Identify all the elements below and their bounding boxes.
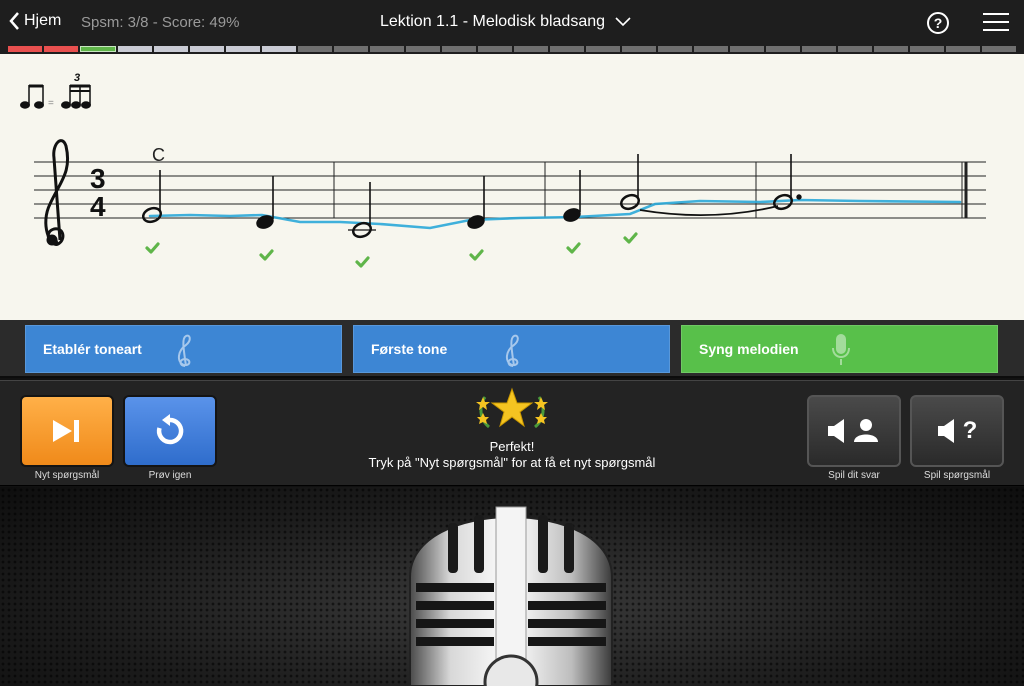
progress-segment	[586, 46, 620, 52]
treble-clef-icon	[44, 139, 70, 246]
progress-segment	[766, 46, 800, 52]
progress-segment	[44, 46, 78, 52]
step-sing-melody[interactable]: Syng melodien	[681, 325, 998, 373]
progress-segment	[478, 46, 512, 52]
progress-segment	[334, 46, 368, 52]
check-icon	[355, 256, 370, 268]
step-establish-key[interactable]: Etablér toneart	[25, 325, 342, 373]
skip-next-icon	[53, 420, 79, 442]
speaker-person-icon	[828, 419, 878, 443]
next-question-button[interactable]	[20, 395, 114, 467]
play-your-answer-button[interactable]	[807, 395, 901, 467]
correct-checks	[145, 232, 638, 268]
question-progress-bar	[0, 44, 1024, 54]
treble-clef-icon	[178, 334, 191, 367]
control-panel: Nyt spørgsmål Prøv igen Perfekt! Tryk på…	[0, 380, 1024, 486]
step-label: Etablér toneart	[43, 341, 142, 357]
next-question-label: Nyt spørgsmål	[34, 470, 100, 481]
notes	[142, 154, 802, 239]
top-bar: Hjem Spsm: 3/8 - Score: 49% Lektion 1.1 …	[0, 0, 1024, 44]
feedback-text: Tryk på "Nyt spørgsmål" for at få et nyt…	[368, 455, 656, 470]
progress-segment	[118, 46, 152, 52]
progress-segment	[190, 46, 224, 52]
exercise-steps: Etablér toneart Første tone Syng melodie…	[0, 320, 1024, 378]
check-icon	[145, 242, 160, 254]
progress-segment	[946, 46, 980, 52]
time-signature-top: 3	[90, 163, 106, 194]
question-mark-icon: ?	[962, 417, 978, 444]
progress-segment	[838, 46, 872, 52]
chevron-left-icon	[9, 12, 19, 30]
check-icon	[469, 249, 484, 261]
retry-icon	[156, 414, 184, 445]
progress-segment	[910, 46, 944, 52]
staff-lines	[34, 161, 986, 219]
star-rating-icon	[476, 387, 548, 429]
back-button[interactable]: Hjem	[8, 11, 61, 31]
retry-label: Prøv igen	[148, 470, 192, 481]
tuplet-number: 3	[74, 72, 80, 84]
progress-segment	[730, 46, 764, 52]
progress-segment	[226, 46, 260, 52]
step-label: Syng melodien	[699, 341, 799, 357]
back-label: Hjem	[24, 12, 62, 29]
progress-segment	[8, 46, 42, 52]
progress-segment	[694, 46, 728, 52]
progress-segment	[550, 46, 584, 52]
microphone-icon	[832, 334, 850, 365]
progress-segment	[874, 46, 908, 52]
check-icon	[566, 242, 581, 254]
chord-label: C	[152, 145, 165, 165]
treble-clef-icon	[506, 334, 519, 367]
progress-segment	[802, 46, 836, 52]
check-icon	[623, 232, 638, 244]
microphone-panel	[0, 487, 1024, 686]
progress-segment	[406, 46, 440, 52]
help-icon[interactable]: ?	[927, 12, 949, 34]
lesson-title-dropdown[interactable]: Lektion 1.1 - Melodisk bladsang	[380, 13, 631, 31]
staff-notation: = 3 3 4	[20, 72, 986, 268]
progress-segment	[982, 46, 1016, 52]
speaker-icon	[937, 419, 954, 443]
progress-segment	[154, 46, 188, 52]
check-icon	[259, 249, 274, 261]
progress-segment	[442, 46, 476, 52]
retry-button[interactable]	[123, 395, 217, 467]
progress-segment	[298, 46, 332, 52]
time-signature-bottom: 4	[90, 191, 106, 222]
play-your-answer-label: Spil dit svar	[828, 470, 880, 481]
lesson-title: Lektion 1.1 - Melodisk bladsang	[380, 13, 606, 30]
question-score-status: Spsm: 3/8 - Score: 49%	[81, 14, 240, 31]
step-label: Første tone	[371, 341, 448, 357]
progress-segment	[262, 46, 296, 52]
large-microphone-icon[interactable]	[0, 487, 1024, 686]
step-first-tone[interactable]: Første tone	[353, 325, 670, 373]
svg-text:=: =	[48, 98, 54, 109]
progress-segment	[514, 46, 548, 52]
hamburger-menu-icon[interactable]	[983, 13, 1009, 31]
sheet-music-area: = 3 3 4 C	[0, 54, 1024, 320]
rhythm-legend-icon: =	[20, 84, 91, 109]
progress-segment	[80, 46, 116, 52]
progress-segment	[622, 46, 656, 52]
feedback-message: Perfekt! Tryk på "Nyt spørgsmål" for at …	[300, 439, 724, 471]
feedback-title: Perfekt!	[489, 439, 535, 454]
chevron-down-icon	[615, 17, 631, 27]
play-question-button[interactable]: ?	[910, 395, 1004, 467]
progress-segment	[370, 46, 404, 52]
progress-segment	[658, 46, 692, 52]
play-question-label: Spil spørgsmål	[923, 470, 991, 481]
